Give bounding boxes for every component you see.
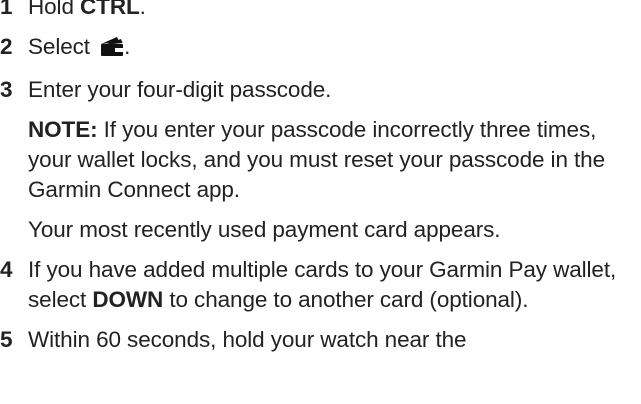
wallet-icon [100, 35, 124, 65]
step-3: 3 Enter your four-digit passcode. NOTE: … [0, 75, 641, 245]
step-text: Enter your four-digit passcode. [28, 77, 332, 102]
step-number: 1 [0, 0, 13, 19]
step-number: 2 [0, 34, 13, 59]
note-text: If you enter your passcode incorrectly t… [28, 117, 605, 202]
note: NOTE: If you enter your passcode incorre… [28, 115, 641, 205]
step-1: 1 Hold CTRL. [0, 0, 641, 22]
button-name: CTRL [80, 0, 140, 19]
step-text: Select . [28, 32, 641, 65]
note-label: NOTE: [28, 117, 98, 142]
step-number: 4 [0, 257, 13, 282]
step-number: 3 [0, 77, 13, 102]
step-number: 5 [0, 327, 13, 352]
step-2: 2 Select . [0, 32, 641, 65]
step-text: If you have added multiple cards to your… [28, 257, 617, 312]
button-name: DOWN [92, 287, 164, 312]
step-5: 5 Within 60 seconds, hold your watch nea… [0, 325, 641, 355]
step-result: Your most recently used payment card app… [28, 217, 501, 242]
step-text: Hold CTRL. [28, 0, 641, 22]
instruction-list: 1 Hold CTRL. 2 Select . 3 Enter your fou… [0, 0, 641, 355]
step-text: Within 60 seconds, hold your watch near … [28, 327, 467, 352]
step-4: 4 If you have added multiple cards to yo… [0, 255, 641, 315]
